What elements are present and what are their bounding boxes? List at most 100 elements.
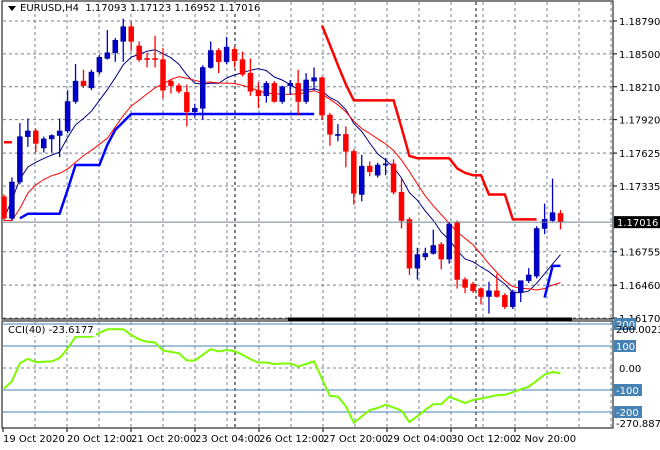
- candle-bear: [327, 114, 333, 135]
- candle-bull: [303, 79, 309, 102]
- candle-bear: [351, 151, 357, 194]
- cci-max-label: 200.0023: [616, 325, 660, 336]
- price-tick-label: 1.16460: [619, 281, 660, 292]
- candle-bull: [207, 50, 214, 68]
- time-tick-label: 29 Oct 04:00: [387, 434, 452, 445]
- candle-bull: [96, 57, 103, 73]
- candle-bull: [64, 101, 71, 132]
- time-tick-label: 30 Oct 12:00: [451, 434, 516, 445]
- price-tick-label: 1.17335: [619, 182, 660, 193]
- triangle-down-icon[interactable]: [8, 5, 16, 11]
- time-tick-label: 27 Oct 20:00: [323, 434, 388, 445]
- candle-bull: [422, 253, 429, 258]
- candle-bull: [72, 80, 79, 102]
- cci-header: CCI(40) -23.6177: [6, 325, 96, 336]
- candle-bear: [215, 50, 222, 63]
- candle-bull: [41, 138, 47, 149]
- candle-bear: [152, 58, 158, 60]
- candle-bull: [486, 290, 492, 297]
- candle-bull: [533, 228, 540, 277]
- candle-bear: [366, 165, 373, 173]
- candle-bull: [374, 164, 381, 176]
- chart-canvas[interactable]: 1.18790 1.18500 1.18210 1.17920 1.17625 1.173…: [0, 0, 660, 450]
- price-tick-label: 1.18790: [619, 17, 660, 28]
- candle-bull: [335, 134, 341, 136]
- candle-bear: [478, 288, 484, 297]
- candle-bear: [176, 85, 182, 92]
- candle-bull: [414, 254, 421, 269]
- cci-level-label: -200: [616, 408, 639, 419]
- candle-bear: [128, 26, 134, 42]
- current-price-label: 1.17016: [617, 218, 658, 229]
- cci-line: [3, 328, 561, 425]
- candle-bear: [398, 191, 405, 221]
- candle-bull: [311, 77, 317, 82]
- candle-bull: [104, 52, 111, 59]
- main-pane-border: [1, 0, 614, 320]
- candle-bear: [502, 295, 508, 307]
- candle-bull: [549, 212, 556, 221]
- candle-bull: [382, 163, 389, 166]
- candle-bear: [406, 219, 413, 269]
- candle-bear: [470, 283, 476, 292]
- candle-bear: [184, 92, 190, 112]
- candle-bull: [192, 108, 198, 112]
- candle-bear: [438, 244, 444, 260]
- candle-bull: [279, 86, 285, 102]
- candle-bear: [295, 83, 301, 102]
- time-tick-label: 2 Nov 20:00: [515, 434, 576, 445]
- candle-bear: [231, 49, 238, 61]
- candle-bear: [247, 72, 254, 92]
- candle-bull: [9, 181, 15, 219]
- price-tick-label: 1.18210: [619, 83, 660, 94]
- candle-bull: [200, 67, 206, 109]
- ohlc-readout: 1.17093 1.17123 1.16952 1.17016: [85, 3, 261, 14]
- candle-bear: [390, 163, 397, 193]
- chart-header: EURUSD,H4 1.17093 1.17123 1.16952 1.1701…: [6, 3, 263, 14]
- price-tick-label: 1.16755: [619, 248, 660, 259]
- cci-level-label: -100: [616, 386, 639, 397]
- candle-bull: [112, 40, 119, 53]
- candle-bull: [48, 135, 55, 140]
- candle-bull: [287, 83, 293, 86]
- candle-bull: [525, 274, 532, 281]
- candle-bear: [136, 45, 142, 60]
- candle-bear: [319, 77, 325, 116]
- symbol-label: EURUSD,H4: [20, 3, 80, 14]
- candle-bull: [25, 130, 31, 137]
- price-tick-label: 1.17920: [619, 116, 660, 127]
- candle-bull: [223, 46, 230, 63]
- cci-level-label: 100: [616, 342, 635, 353]
- time-tick-label: 19 Oct 2020: [3, 434, 65, 445]
- time-tick-label: 26 Oct 12:00: [259, 434, 324, 445]
- cci-min-label: -270.8875: [616, 419, 660, 430]
- upper-step-line: [4, 25, 537, 221]
- price-tick-label: 1.18500: [619, 50, 660, 61]
- candle-bear: [462, 279, 468, 288]
- candle-bull: [446, 223, 452, 260]
- candle-bear: [168, 80, 174, 86]
- candle-bull: [518, 280, 524, 293]
- candle-bull: [88, 71, 95, 89]
- candle-bull: [263, 83, 270, 97]
- candle-bull: [120, 26, 126, 42]
- time-tick-label: 21 Oct 20:00: [131, 434, 196, 445]
- candle-bear: [454, 222, 460, 280]
- cci-zero-label: 0.00: [619, 364, 641, 375]
- candle-bear: [239, 59, 246, 75]
- lower-step-line: [19, 112, 561, 298]
- candle-bull: [541, 219, 548, 229]
- candle-bear: [271, 83, 278, 102]
- cci-value: -23.6177: [48, 325, 94, 336]
- candle-bear: [33, 130, 39, 144]
- candle-bear: [494, 290, 500, 297]
- candle-bear: [160, 59, 166, 91]
- time-tick-label: 20 Oct 12:00: [67, 434, 132, 445]
- time-tick-label: 23 Oct 04:00: [195, 434, 260, 445]
- candle-bull: [56, 130, 63, 136]
- candle-bull: [359, 165, 365, 195]
- candle-bear: [80, 80, 87, 86]
- candle-bear: [255, 89, 262, 97]
- candle-bull: [17, 136, 23, 183]
- cci-title: CCI(40): [8, 325, 46, 336]
